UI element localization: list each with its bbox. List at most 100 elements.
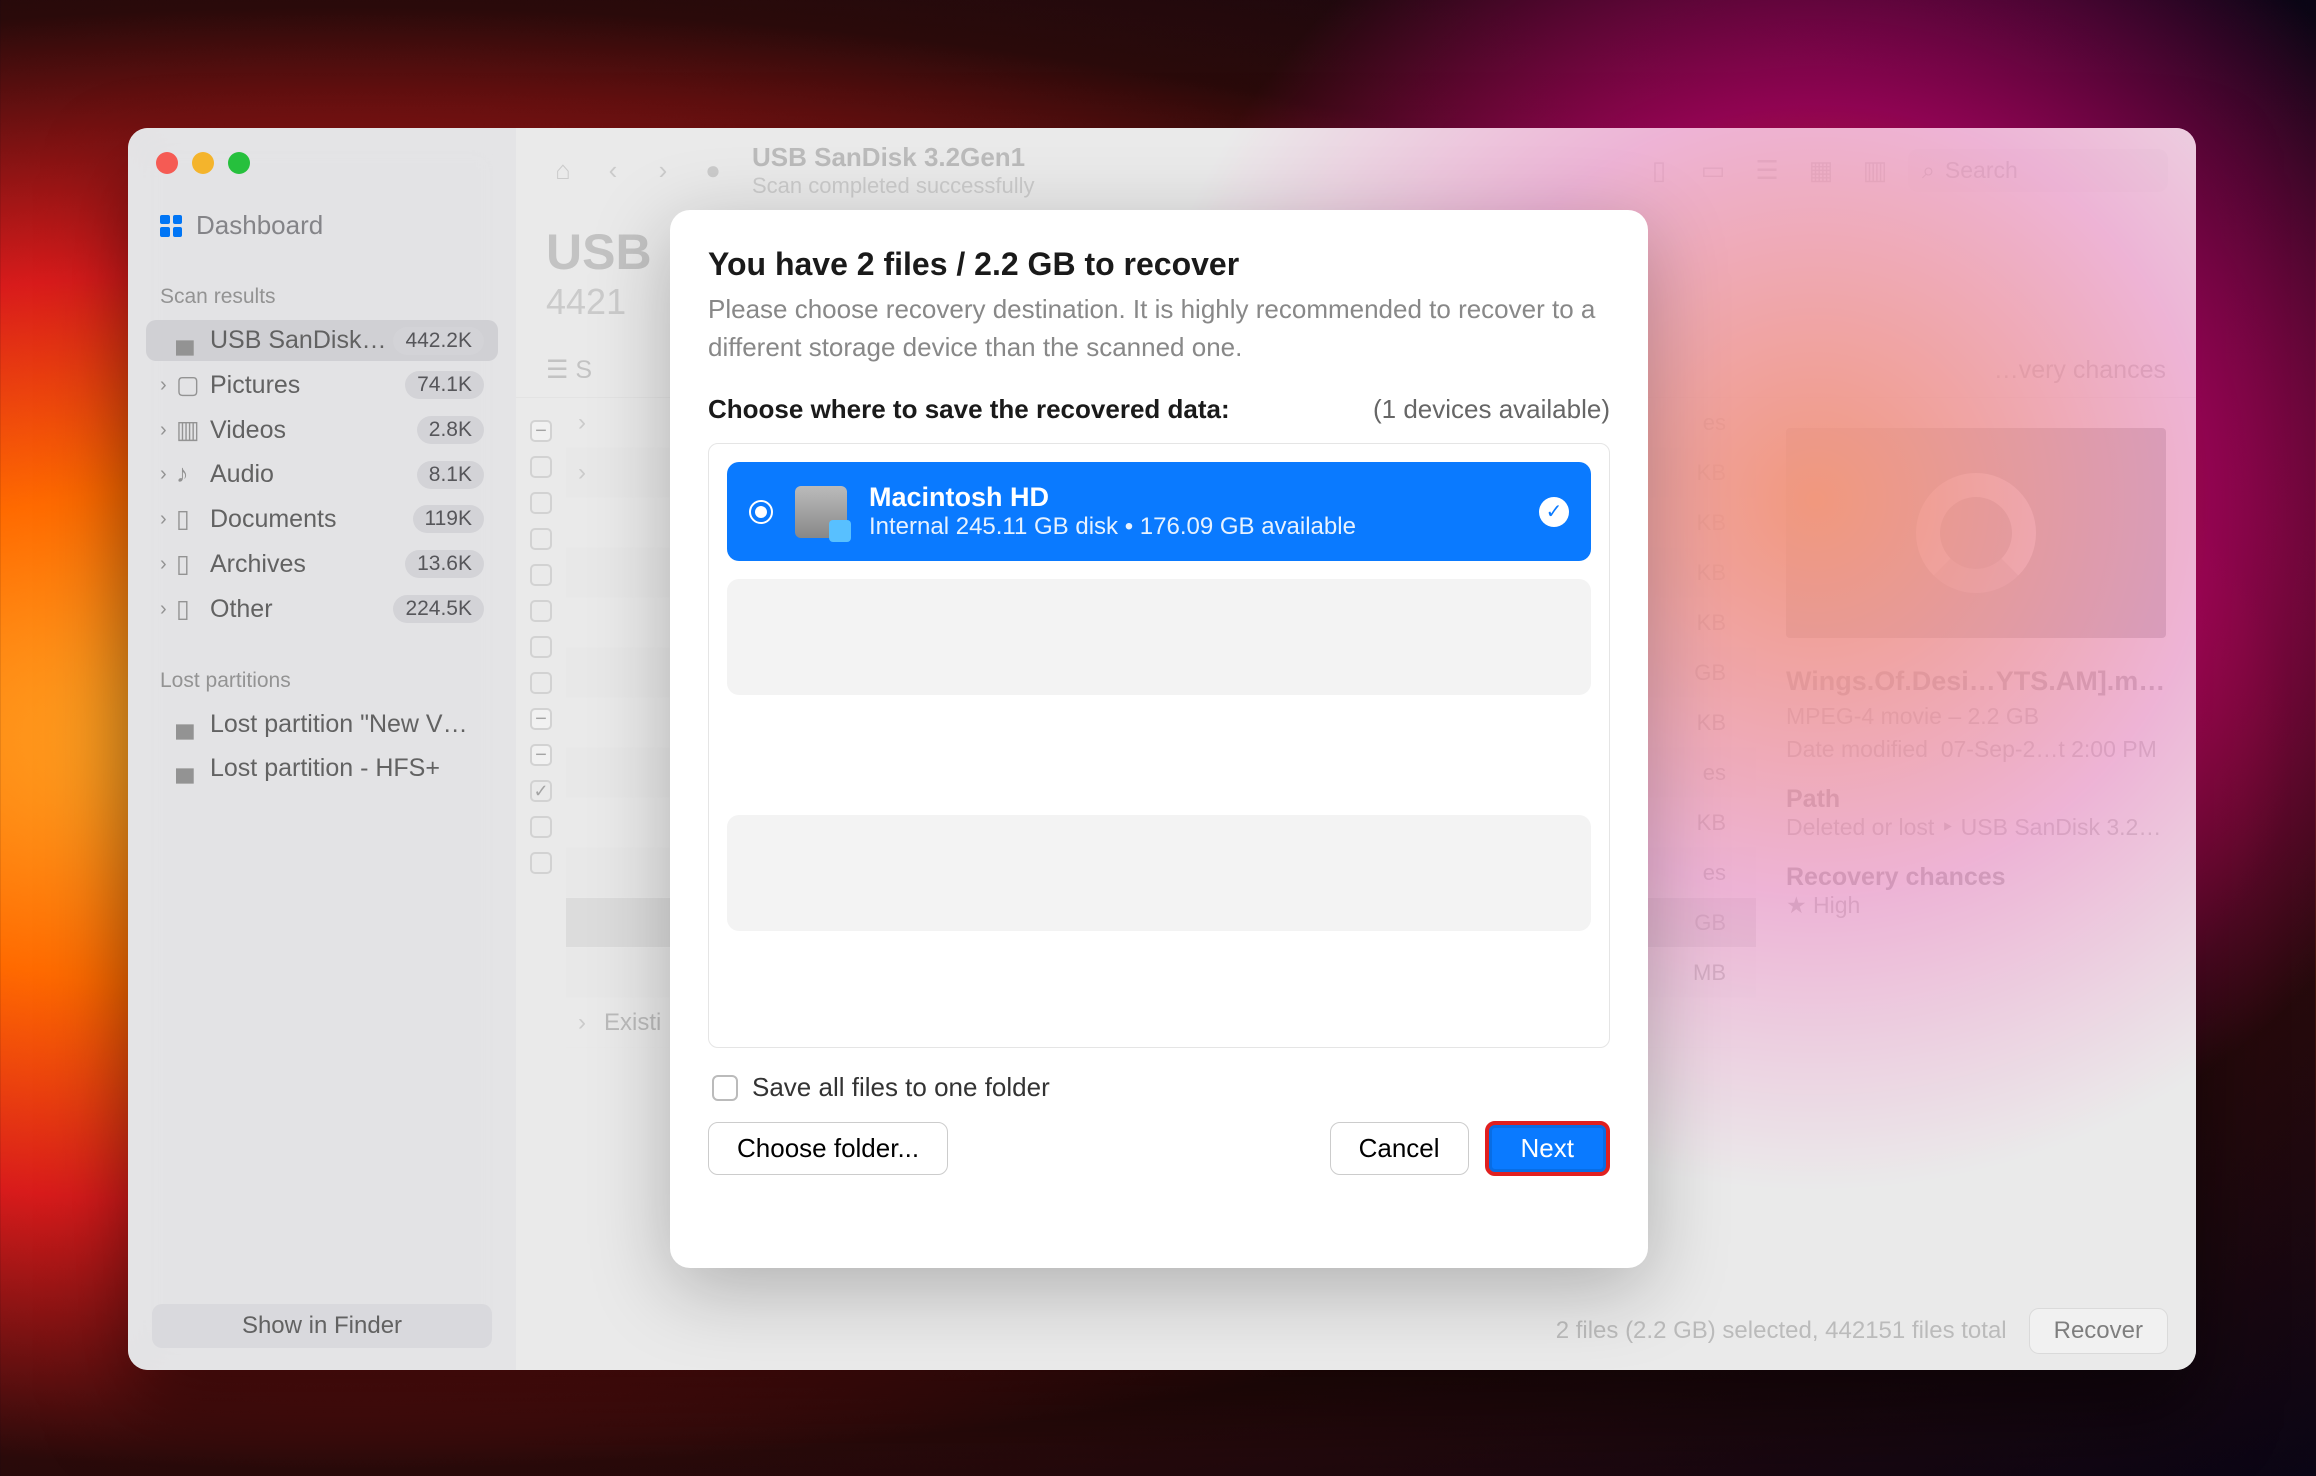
grid-view-icon[interactable]: ▦ (1800, 150, 1842, 192)
columns-view-icon[interactable]: ▥ (1854, 150, 1896, 192)
recovery-destination-modal: You have 2 files / 2.2 GB to recover Ple… (670, 210, 1648, 1268)
sidebar-item-label: Pictures (210, 371, 405, 400)
archive-icon: ▯ (176, 549, 210, 579)
recovery-chances-header[interactable]: …very chances (1994, 356, 2166, 385)
row-checkbox[interactable] (530, 744, 552, 766)
row-checkbox[interactable] (530, 528, 552, 550)
filter-icon[interactable]: ☰ S (546, 355, 592, 385)
cancel-button[interactable]: Cancel (1330, 1122, 1469, 1175)
search-icon: ⌕ (1922, 157, 1935, 184)
path-label: Path (1786, 785, 2166, 814)
next-button[interactable]: Next (1485, 1121, 1610, 1176)
minimize-icon[interactable] (192, 152, 214, 174)
count-badge: 8.1K (417, 461, 484, 489)
row-checkbox[interactable] (530, 852, 552, 874)
chevron-right-icon: › (160, 374, 176, 397)
device-detail: Internal 245.11 GB disk • 176.09 GB avai… (869, 513, 1356, 541)
checkbox[interactable] (712, 1075, 738, 1101)
section-scan-results: Scan results (146, 249, 498, 317)
hard-drive-icon (795, 486, 847, 538)
device-placeholder (727, 579, 1591, 695)
video-icon: ▥ (176, 415, 210, 445)
sidebar-item-videos[interactable]: ›▥ Videos 2.8K (146, 409, 498, 451)
close-icon[interactable] (156, 152, 178, 174)
back-button[interactable]: ‹ (594, 152, 632, 190)
new-file-icon[interactable]: ▯ (1638, 150, 1680, 192)
row-checkbox[interactable] (530, 708, 552, 730)
show-in-finder-button[interactable]: Show in Finder (152, 1304, 492, 1348)
preview-filename: Wings.Of.Desi…YTS.AM].mp4 (1786, 666, 2166, 697)
radio-selected-icon (749, 500, 773, 524)
sidebar-item-usb-sandisk[interactable]: ▄ USB SanDisk… 442.2K (146, 320, 498, 361)
row-checkbox[interactable] (530, 672, 552, 694)
list-view-icon[interactable]: ☰ (1746, 150, 1788, 192)
count-badge: 13.6K (405, 550, 484, 578)
sidebar-item-archives[interactable]: ›▯ Archives 13.6K (146, 543, 498, 585)
modal-title: You have 2 files / 2.2 GB to recover (708, 246, 1610, 283)
device-name: Macintosh HD (869, 482, 1356, 513)
device-placeholder (727, 815, 1591, 931)
page-title: USB SanDisk 3.2Gen1 (752, 142, 1034, 173)
document-icon: ▯ (176, 504, 210, 534)
sidebar-item-label: Lost partition - HFS+ (210, 754, 484, 783)
home-button[interactable]: ⌂ (544, 152, 582, 190)
sidebar-item-other[interactable]: ›▯ Other 224.5K (146, 588, 498, 630)
count-badge: 2.8K (417, 416, 484, 444)
sidebar-item-lost-partition-2[interactable]: ▄ Lost partition - HFS+ (146, 748, 498, 789)
choose-destination-label: Choose where to save the recovered data: (708, 394, 1230, 425)
check-icon: ✓ (1539, 497, 1569, 527)
sidebar-item-label: Documents (210, 505, 413, 534)
status-bar: 2 files (2.2 GB) selected, 442151 files … (516, 1292, 2196, 1370)
choose-folder-button[interactable]: Choose folder... (708, 1122, 948, 1175)
preview-pane: Wings.Of.Desi…YTS.AM].mp4 MPEG-4 movie –… (1756, 398, 2196, 1292)
row-checkbox[interactable] (530, 780, 552, 802)
recover-button[interactable]: Recover (2029, 1308, 2168, 1354)
sidebar-item-documents[interactable]: ›▯ Documents 119K (146, 498, 498, 540)
status-icon: ● (694, 152, 732, 190)
disk-icon: ▄ (176, 710, 210, 739)
maximize-icon[interactable] (228, 152, 250, 174)
disk-icon: ▄ (176, 754, 210, 783)
dashboard-label: Dashboard (196, 210, 323, 241)
save-all-label: Save all files to one folder (752, 1072, 1050, 1103)
picture-icon: ▢ (176, 370, 210, 400)
row-checkbox[interactable] (530, 816, 552, 838)
count-badge: 74.1K (405, 371, 484, 399)
topbar: ⌂ ‹ › ● USB SanDisk 3.2Gen1 Scan complet… (516, 128, 2196, 213)
other-icon: ▯ (176, 594, 210, 624)
sidebar-item-lost-partition-1[interactable]: ▄ Lost partition "New V… (146, 704, 498, 745)
sidebar-item-label: Audio (210, 460, 417, 489)
count-badge: 442.2K (393, 327, 484, 355)
recovery-chances-label: Recovery chances (1786, 863, 2166, 892)
device-macintosh-hd[interactable]: Macintosh HD Internal 245.11 GB disk • 1… (727, 462, 1591, 561)
row-checkbox[interactable] (530, 600, 552, 622)
row-checkbox[interactable] (530, 456, 552, 478)
sidebar-item-label: Archives (210, 550, 405, 579)
sidebar-item-audio[interactable]: ›♪ Audio 8.1K (146, 454, 498, 495)
section-lost-partitions: Lost partitions (146, 633, 498, 701)
chevron-right-icon: › (160, 598, 176, 621)
disk-icon: ▄ (176, 326, 210, 355)
row-checkbox[interactable] (530, 564, 552, 586)
preview-thumbnail (1786, 428, 2166, 638)
sidebar: Dashboard Scan results ▄ USB SanDisk… 44… (128, 128, 516, 1370)
page-subtitle: Scan completed successfully (752, 173, 1034, 199)
chevron-right-icon: › (160, 508, 176, 531)
forward-button[interactable]: › (644, 152, 682, 190)
chevron-right-icon: › (160, 463, 176, 486)
row-checkbox[interactable] (530, 492, 552, 514)
window-controls (146, 148, 498, 202)
folder-icon[interactable]: ▭ (1692, 150, 1734, 192)
row-checkbox[interactable] (530, 636, 552, 658)
search-input[interactable]: ⌕ Search (1908, 149, 2168, 192)
count-badge: 119K (413, 505, 485, 533)
sidebar-item-label: USB SanDisk… (210, 326, 393, 355)
save-all-option[interactable]: Save all files to one folder (712, 1072, 1606, 1103)
sidebar-item-label: Videos (210, 416, 417, 445)
sidebar-item-pictures[interactable]: ›▢ Pictures 74.1K (146, 364, 498, 406)
dashboard-link[interactable]: Dashboard (146, 202, 498, 249)
path-value: Deleted or lost ‣ USB SanDisk 3.2… (1786, 814, 2166, 841)
row-checkbox[interactable] (530, 420, 552, 442)
star-icon: ★ (1786, 892, 1807, 918)
modified-label: Date modified (1786, 736, 1928, 762)
